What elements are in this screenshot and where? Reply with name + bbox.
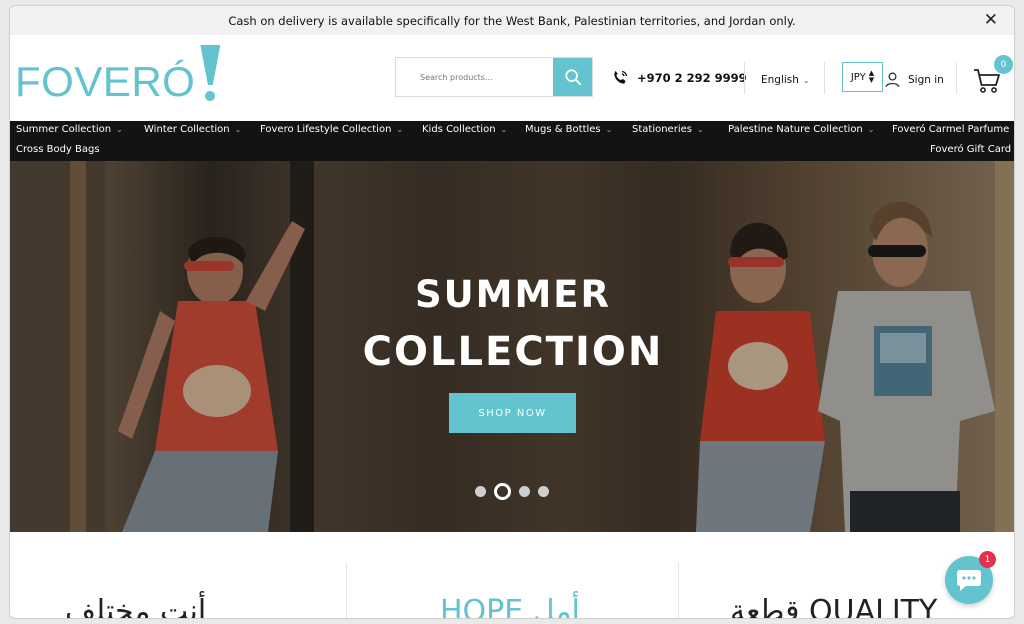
search-button[interactable] xyxy=(553,58,592,96)
cart-button[interactable]: 0 xyxy=(972,55,1013,98)
phone-number: +970 2 292 9999 xyxy=(637,71,747,85)
chat-icon xyxy=(957,570,981,591)
slider-dots xyxy=(475,483,549,500)
slider-dot[interactable] xyxy=(538,486,549,497)
chevron-down-icon: ⌄ xyxy=(605,125,613,134)
hero-title-line2: COLLECTION xyxy=(362,329,664,375)
column-divider xyxy=(346,562,347,618)
nav-item-summer-collection[interactable]: Summer Collection ⌄ xyxy=(16,124,123,135)
nav-item-kids-collection[interactable]: Kids Collection ⌄ xyxy=(422,124,507,135)
search-box xyxy=(395,57,593,97)
shop-now-button[interactable]: SHOP NOW xyxy=(449,393,576,433)
language-selector[interactable]: English ⌄ xyxy=(761,74,810,86)
feature-text-different: أنت مختلف xyxy=(65,594,207,619)
nav-label: Palestine Nature Collection xyxy=(728,124,863,135)
nav-item-cross-body-bags[interactable]: Cross Body Bags xyxy=(16,144,100,155)
chevron-down-icon: ⌄ xyxy=(696,125,704,134)
nav-item-stationeries[interactable]: Stationeries ⌄ xyxy=(632,124,704,135)
header-divider xyxy=(956,62,957,94)
chat-widget-button[interactable]: 1 xyxy=(945,551,996,604)
feature-text-quality: قطعة QUALITY xyxy=(730,594,938,619)
close-icon[interactable]: ✕ xyxy=(984,10,998,30)
site-header: FOVERÓ +970 2 292 9999 E xyxy=(10,35,1014,121)
search-icon xyxy=(564,69,581,86)
logo[interactable]: FOVERÓ xyxy=(15,45,223,107)
nav-item-carmel-parfume[interactable]: Foveró Carmel Parfume xyxy=(892,124,1009,135)
slider-dot[interactable] xyxy=(475,486,486,497)
signin-label: Sign in xyxy=(908,73,944,86)
nav-item-palestine-nature[interactable]: Palestine Nature Collection ⌄ xyxy=(728,124,874,135)
slider-dot[interactable] xyxy=(519,486,530,497)
nav-label: Kids Collection xyxy=(422,124,496,135)
hero-slider[interactable]: SUMMER COLLECTION SHOP NOW xyxy=(10,161,1014,532)
chevron-down-icon: ⌄ xyxy=(500,125,508,134)
nav-label: Foveró Gift Card xyxy=(930,144,1012,155)
nav-item-mugs-bottles[interactable]: Mugs & Bottles ⌄ xyxy=(525,124,612,135)
chevron-down-icon: ⌄ xyxy=(867,125,875,134)
nav-item-lifestyle-collection[interactable]: Fovero Lifestyle Collection ⌄ xyxy=(260,124,403,135)
chevron-down-icon: ⌄ xyxy=(234,125,242,134)
nav-label: Foveró Carmel Parfume xyxy=(892,124,1010,135)
phone-icon xyxy=(614,70,628,84)
cart-count-badge: 0 xyxy=(994,55,1013,74)
nav-label: Winter Collection xyxy=(144,124,230,135)
nav-item-winter-collection[interactable]: Winter Collection ⌄ xyxy=(144,124,241,135)
nav-label: Summer Collection xyxy=(16,124,112,135)
phone-contact[interactable]: +970 2 292 9999 xyxy=(610,68,747,88)
slider-dot-active[interactable] xyxy=(494,483,511,500)
chevron-down-icon: ⌄ xyxy=(116,125,123,134)
header-divider xyxy=(824,62,825,94)
user-icon xyxy=(885,72,900,87)
nav-label: Stationeries xyxy=(632,124,692,135)
signin-link[interactable]: Sign in xyxy=(884,71,944,88)
chat-notification-badge: 1 xyxy=(979,551,996,568)
chevron-down-icon: ⌄ xyxy=(802,75,810,85)
logo-text: FOVERÓ xyxy=(15,58,196,105)
sort-arrows-icon: ▲ ▼ xyxy=(868,69,875,84)
hero-title-line1: SUMMER xyxy=(414,273,612,316)
header-divider xyxy=(744,62,745,94)
currency-label: JPY xyxy=(850,71,866,83)
language-label: English xyxy=(761,74,799,86)
features-section: أنت مختلف HOPE أمل قطعة QUALITY xyxy=(10,532,1014,619)
column-divider xyxy=(678,562,679,618)
currency-selector[interactable]: JPY ▲ ▼ xyxy=(842,62,883,92)
chevron-down-icon: ⌄ xyxy=(396,125,404,134)
nav-item-gift-card[interactable]: Foveró Gift Card xyxy=(930,144,1011,155)
browser-frame: Cash on delivery is available specifical… xyxy=(9,5,1015,619)
nav-label: Fovero Lifestyle Collection xyxy=(260,124,392,135)
nav-label: Mugs & Bottles xyxy=(525,124,601,135)
announcement-text: Cash on delivery is available specifical… xyxy=(228,13,796,28)
nav-label: Cross Body Bags xyxy=(16,144,100,155)
search-input[interactable] xyxy=(396,58,553,96)
main-nav: Summer Collection ⌄ Winter Collection ⌄ Fo… xyxy=(10,121,1014,161)
feature-text-hope: HOPE أمل xyxy=(440,594,580,619)
logo-mark-icon xyxy=(197,45,223,107)
announcement-bar: Cash on delivery is available specifical… xyxy=(10,6,1014,35)
